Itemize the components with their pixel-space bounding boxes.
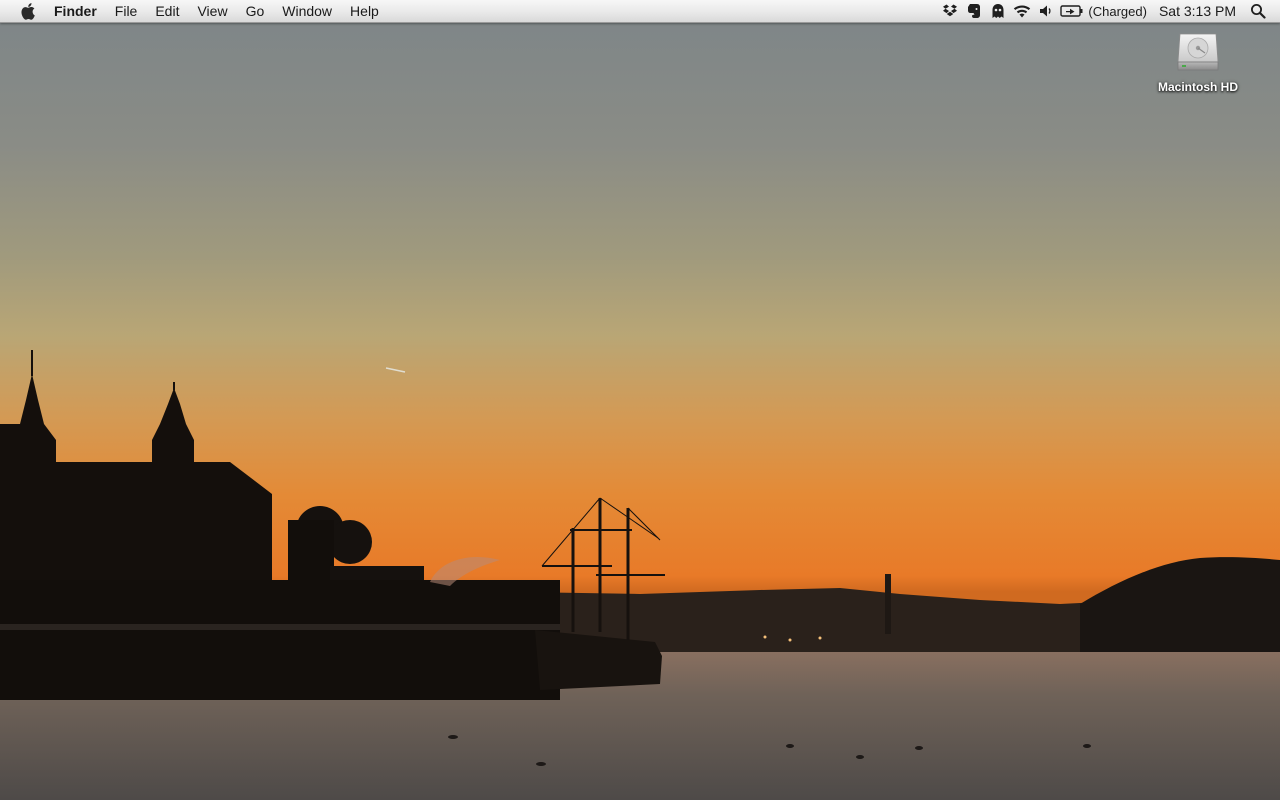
wallpaper-sunset-harbor [0,350,1280,800]
battery-status-text[interactable]: (Charged) [1086,4,1153,19]
evernote-icon[interactable] [962,0,986,22]
volume-icon[interactable] [1034,0,1058,22]
menu-bar: Finder File Edit View Go Window Help (Ch… [0,0,1280,23]
desktop-icon-label: Macintosh HD [1157,80,1238,94]
dropbox-icon[interactable] [938,0,962,22]
apple-logo-icon[interactable] [18,0,38,22]
desktop[interactable]: Finder File Edit View Go Window Help (Ch… [0,0,1280,800]
menu-app-finder[interactable]: Finder [52,0,106,22]
ghost-icon[interactable] [986,0,1010,22]
hard-drive-icon [1174,28,1222,76]
menu-go[interactable]: Go [237,0,274,22]
menu-edit[interactable]: Edit [146,0,188,22]
menu-window[interactable]: Window [273,0,341,22]
menu-view[interactable]: View [188,0,236,22]
battery-icon[interactable] [1058,0,1086,22]
menu-help[interactable]: Help [341,0,388,22]
menu-file[interactable]: File [106,0,147,22]
search-icon[interactable] [1246,0,1270,22]
desktop-icon-macintosh-hd[interactable]: Macintosh HD [1150,28,1246,94]
menu-clock[interactable]: Sat 3:13 PM [1153,3,1246,19]
wifi-icon[interactable] [1010,0,1034,22]
